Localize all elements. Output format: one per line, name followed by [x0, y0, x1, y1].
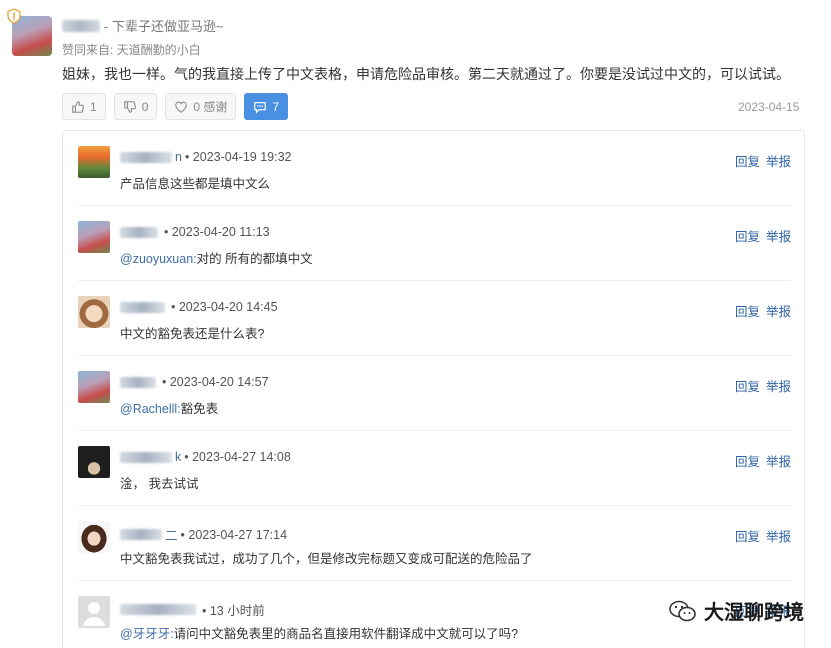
comment-count: 7: [272, 99, 280, 114]
commenter-avatar[interactable]: [78, 371, 110, 403]
comments-toggle-button[interactable]: 7: [244, 93, 289, 120]
reply-link[interactable]: 回复: [735, 376, 760, 395]
comment-content: 豁免表: [180, 402, 219, 416]
comment-mention[interactable]: @zuoyuxuan:: [120, 252, 197, 266]
report-link[interactable]: 举报: [766, 526, 791, 545]
report-link[interactable]: 举报: [766, 376, 791, 395]
comment-text: @Rachelll:豁免表: [120, 398, 218, 417]
commenter-name-tail[interactable]: 二: [165, 525, 178, 544]
comment-header: • 2023-04-20 14:57: [120, 375, 269, 389]
approved-by: 赞同来自: 天道酬勤的小白: [62, 43, 201, 57]
shield-badge-icon: [7, 8, 21, 24]
dislike-count: 0: [141, 99, 149, 114]
comment-item: n • 2023-04-19 19:32 产品信息这些都是填中文么 回复 举报: [78, 131, 791, 206]
comment-header: k • 2023-04-27 14:08: [120, 450, 291, 464]
comment-header: • 13 小时前: [120, 600, 265, 619]
author-line: - 下辈子还做亚马逊~: [62, 16, 224, 35]
comment-text: 中文的豁免表还是什么表?: [120, 323, 264, 342]
comment-content: 中文的豁免表还是什么表?: [120, 327, 265, 341]
report-link[interactable]: 举报: [766, 301, 791, 320]
default-user-icon: [83, 602, 105, 626]
commenter-name-blurred[interactable]: [120, 226, 158, 238]
comment-item: k • 2023-04-27 14:08 淦， 我去试试 回复 举报: [78, 431, 791, 506]
comment-text: 淦， 我去试试: [120, 473, 198, 492]
post-body: 姐妹，我也一样。气的我直接上传了中文表格，申请危险品审核。第二天就通过了。你要是…: [62, 66, 790, 82]
commenter-name-blurred[interactable]: [120, 604, 196, 615]
commenter-name-blurred[interactable]: [120, 301, 165, 313]
comment-actions: 回复 举报: [735, 451, 791, 470]
reply-link[interactable]: 回复: [735, 301, 760, 320]
comment-actions: 回复 举报: [735, 301, 791, 320]
wechat-watermark: 大湿聊跨境: [668, 596, 804, 625]
watermark-text: 大湿聊跨境: [704, 602, 804, 624]
comment-time: • 2023-04-19 19:32: [184, 150, 292, 164]
report-link[interactable]: 举报: [766, 226, 791, 245]
comment-item: 二 • 2023-04-27 17:14 中文豁免表我试过，成功了几个，但是修改…: [78, 506, 791, 581]
post-date: 2023-04-15: [738, 100, 800, 114]
heart-icon: [175, 101, 188, 113]
comment-time: • 2023-04-20 11:13: [164, 225, 270, 239]
comment-actions: 回复 举报: [735, 226, 791, 245]
commenter-name-tail[interactable]: n: [175, 150, 182, 164]
comment-content: 淦， 我去试试: [120, 477, 199, 491]
comment-actions: 回复 举报: [735, 151, 791, 170]
comment-content: 对的 所有的都填中文: [196, 252, 313, 266]
comment-mention[interactable]: @Rachelll:: [120, 402, 181, 416]
commenter-avatar[interactable]: [78, 221, 110, 253]
comment-content: 中文豁免表我试过，成功了几个，但是修改完标题又变成可配送的危险品了: [120, 552, 533, 566]
comment-time: • 2023-04-20 14:57: [162, 375, 269, 389]
dislike-button[interactable]: 0: [113, 93, 158, 120]
thumbs-up-icon: [72, 100, 84, 113]
comments-panel: n • 2023-04-19 19:32 产品信息这些都是填中文么 回复 举报 …: [62, 130, 805, 648]
comment-time: • 2023-04-27 14:08: [184, 450, 291, 464]
like-count: 1: [90, 99, 97, 114]
commenter-avatar[interactable]: [78, 596, 110, 628]
commenter-name-tail[interactable]: k: [175, 450, 181, 464]
action-bar: 1 0 0 感谢 7: [62, 93, 289, 120]
commenter-avatar[interactable]: [78, 446, 110, 478]
thanks-button[interactable]: 0 感谢: [165, 93, 237, 120]
report-link[interactable]: 举报: [766, 151, 791, 170]
comment-text: 产品信息这些都是填中文么: [120, 173, 270, 192]
wechat-logo-icon: [669, 600, 696, 621]
comment-header: • 2023-04-20 14:45: [120, 300, 278, 314]
author-avatar[interactable]: [7, 8, 52, 56]
commenter-avatar[interactable]: [78, 521, 110, 553]
author-tagline: - 下辈子还做亚马逊~: [104, 19, 224, 34]
reply-link[interactable]: 回复: [735, 451, 760, 470]
commenter-avatar[interactable]: [78, 146, 110, 178]
comment-item: • 2023-04-20 14:57 @Rachelll:豁免表 回复 举报: [78, 356, 791, 431]
thumbs-down-icon: [123, 100, 136, 113]
comment-text: @zuoyuxuan:对的 所有的都填中文: [120, 248, 313, 267]
comment-actions: 回复 举报: [735, 526, 791, 545]
commenter-avatar[interactable]: [78, 296, 110, 328]
reply-link[interactable]: 回复: [735, 226, 760, 245]
comment-time: • 2023-04-20 14:45: [171, 300, 278, 314]
comment-text: 中文豁免表我试过，成功了几个，但是修改完标题又变成可配送的危险品了: [120, 548, 533, 567]
comment-item: • 2023-04-20 14:45 中文的豁免表还是什么表? 回复 举报: [78, 281, 791, 356]
comment-header: n • 2023-04-19 19:32: [120, 150, 292, 164]
commenter-name-blurred[interactable]: [120, 529, 162, 540]
commenter-name-blurred[interactable]: [120, 151, 172, 163]
commenter-name-blurred[interactable]: [120, 451, 172, 463]
answer-post: - 下辈子还做亚马逊~ 赞同来自: 天道酬勤的小白 姐妹，我也一样。气的我直接上…: [0, 0, 831, 648]
thanks-label: 0 感谢: [193, 100, 228, 114]
comment-text: @牙牙牙:请问中文豁免表里的商品名直接用软件翻译成中文就可以了吗?: [120, 623, 518, 642]
commenter-name-blurred[interactable]: [120, 376, 156, 388]
comment-time: • 13 小时前: [202, 604, 265, 618]
comment-content: 产品信息这些都是填中文么: [120, 177, 271, 191]
report-link[interactable]: 举报: [766, 451, 791, 470]
comment-time: • 2023-04-27 17:14: [180, 527, 288, 542]
like-button[interactable]: 1: [62, 93, 106, 120]
author-name-blurred[interactable]: [62, 19, 100, 32]
comment-item: • 2023-04-20 11:13 @zuoyuxuan:对的 所有的都填中文…: [78, 206, 791, 281]
reply-link[interactable]: 回复: [735, 526, 760, 545]
comment-header: 二 • 2023-04-27 17:14: [120, 525, 287, 544]
comment-icon: [254, 101, 267, 114]
comment-mention[interactable]: @牙牙牙:: [120, 627, 174, 641]
comment-content: 请问中文豁免表里的商品名直接用软件翻译成中文就可以了吗?: [173, 627, 519, 641]
comment-header: • 2023-04-20 11:13: [120, 225, 270, 239]
reply-link[interactable]: 回复: [735, 151, 760, 170]
comment-actions: 回复 举报: [735, 376, 791, 395]
